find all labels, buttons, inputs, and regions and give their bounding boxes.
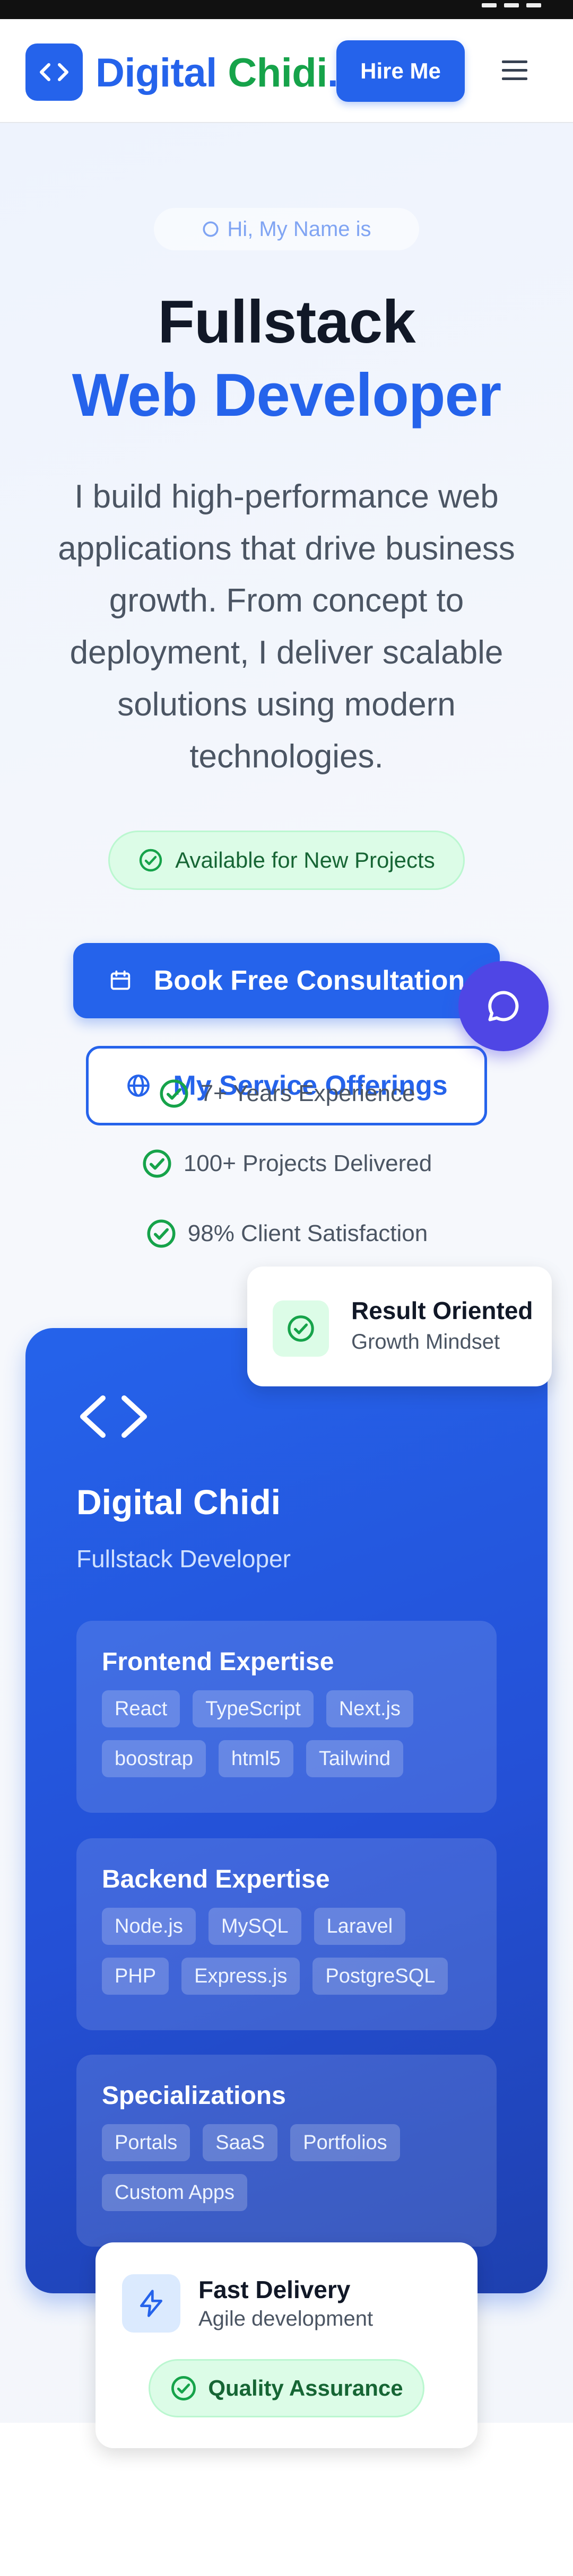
tech-tag: Node.js xyxy=(102,1908,196,1945)
frontend-expertise-box: Frontend Expertise React TypeScript Next… xyxy=(76,1621,497,1813)
quality-assurance-badge: Quality Assurance xyxy=(149,2359,424,2417)
check-circle-icon xyxy=(143,1149,171,1178)
zap-icon xyxy=(122,2274,180,2333)
chat-icon xyxy=(488,991,519,1021)
tech-tag: PostgreSQL xyxy=(312,1958,448,1995)
group-title: Frontend Expertise xyxy=(102,1648,334,1676)
status-icons xyxy=(482,3,541,7)
chat-button[interactable] xyxy=(458,961,549,1051)
site-header: Digital Chidi. Hire Me xyxy=(0,19,573,123)
hero-intro: I build high-performance web application… xyxy=(58,478,515,775)
tech-tag: SaaS xyxy=(203,2124,278,2161)
profile-role: Fullstack Developer xyxy=(76,1545,291,1573)
hire-me-button[interactable]: Hire Me xyxy=(336,40,465,102)
tech-tag: Portals xyxy=(102,2124,190,2161)
result-oriented-card: Result Oriented Growth Mindset xyxy=(247,1267,552,1386)
tech-tag: Tailwind xyxy=(306,1740,403,1777)
tech-tag: MySQL xyxy=(208,1908,301,1945)
tag-list: React TypeScript Next.js boostrap html5 … xyxy=(102,1690,471,1777)
group-title: Specializations xyxy=(102,2082,286,2110)
highlight-item: 100+ Projects Delivered xyxy=(0,1148,573,1180)
tech-tag: boostrap xyxy=(102,1740,206,1777)
highlight-item: 7+ Years Experience xyxy=(0,1078,573,1110)
card-title: Fast Delivery xyxy=(198,2276,351,2303)
fast-delivery-card: Fast Delivery Agile development Quality … xyxy=(96,2242,478,2448)
highlight-item: 98% Client Satisfaction xyxy=(0,1218,573,1250)
tech-tag: React xyxy=(102,1690,180,1727)
logo-icon[interactable] xyxy=(25,43,83,101)
tech-tag: Portfolios xyxy=(290,2124,400,2161)
tech-tag: Next.js xyxy=(326,1690,413,1727)
availability-badge: Available for New Projects xyxy=(108,831,465,890)
check-circle-icon xyxy=(171,2376,196,2400)
tag-list: Portals SaaS Portfolios Custom Apps xyxy=(102,2124,471,2211)
card-title: Result Oriented xyxy=(351,1297,533,1324)
code-icon xyxy=(76,1393,151,1443)
menu-icon[interactable] xyxy=(502,60,527,82)
backend-expertise-box: Backend Expertise Node.js MySQL Laravel … xyxy=(76,1838,497,2030)
group-title: Backend Expertise xyxy=(102,1865,330,1893)
card-subtitle: Agile development xyxy=(198,2307,374,2330)
check-circle-icon xyxy=(147,1219,176,1248)
check-circle-icon xyxy=(273,1300,329,1357)
logo-text[interactable]: Digital Chidi. xyxy=(96,50,338,96)
profile-name: Digital Chidi xyxy=(76,1482,281,1522)
book-consultation-button[interactable]: Book Free Consultation xyxy=(73,943,500,1018)
check-circle-icon xyxy=(160,1079,188,1108)
tech-tag: TypeScript xyxy=(193,1690,314,1727)
specializations-box: Specializations Portals SaaS Portfolios … xyxy=(76,2055,497,2247)
hero-title-line2: Web Developer xyxy=(72,362,502,429)
check-circle-icon xyxy=(140,849,162,872)
tag-list: Node.js MySQL Laravel PHP Express.js Pos… xyxy=(102,1908,471,1995)
tech-tag: Laravel xyxy=(314,1908,406,1945)
tech-tag: PHP xyxy=(102,1958,169,1995)
calendar-icon xyxy=(110,970,130,990)
tech-tag: Express.js xyxy=(181,1958,300,1995)
greeting-pill: Hi, My Name is xyxy=(154,208,419,250)
status-bar xyxy=(0,0,573,19)
tech-tag: Custom Apps xyxy=(102,2174,247,2211)
tech-tag: html5 xyxy=(218,1740,293,1777)
profile-card: Digital Chidi Fullstack Developer Fronte… xyxy=(25,1328,548,2293)
hero-title-line1: Fullstack xyxy=(158,289,415,356)
card-subtitle: Growth Mindset xyxy=(351,1330,500,1354)
